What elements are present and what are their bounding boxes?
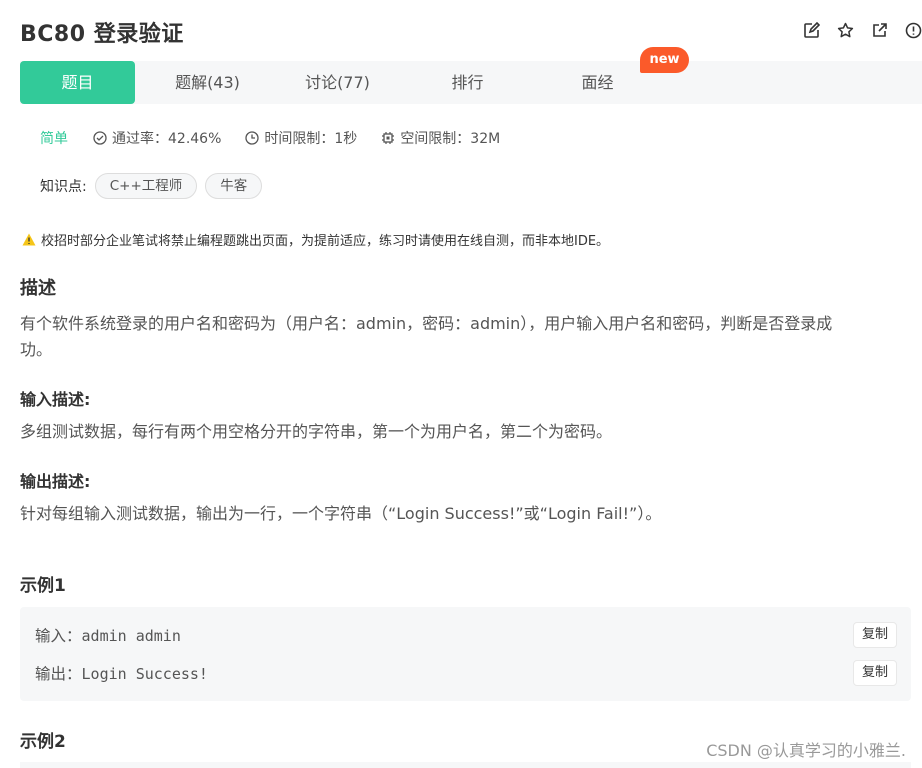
chip-icon <box>382 132 395 144</box>
input-desc-heading: 输入描述: <box>20 390 91 409</box>
copy-input-button[interactable]: 复制 <box>853 622 897 648</box>
example1-output-row: 输出：Login Success! <box>35 662 208 684</box>
header-actions <box>803 21 922 39</box>
new-badge: new <box>640 47 689 73</box>
tab-bar: 题目 题解(43) 讨论(77) 排行 面经 <box>20 61 922 104</box>
example1-heading: 示例1 <box>20 576 66 596</box>
time-limit-text: 时间限制：1秒 <box>264 131 358 147</box>
copy-output-button[interactable]: 复制 <box>853 660 897 686</box>
tab-ranking[interactable]: 排行 <box>420 61 515 104</box>
knowledge-points: 知识点: C++工程师 牛客 <box>40 172 263 200</box>
example1-input-label: 输入： <box>35 627 82 645</box>
star-icon[interactable] <box>837 22 854 39</box>
problem-meta: 简单 通过率：42.46% 时间限制：1秒 空间限制：32M <box>40 126 524 150</box>
edit-icon[interactable] <box>803 21 821 39</box>
tag-chip[interactable]: 牛客 <box>205 173 263 199</box>
problem-header: BC80 登录验证 <box>20 18 922 52</box>
example2-box <box>20 762 911 768</box>
description-text-line2: 功。 <box>20 340 53 359</box>
warning-icon <box>22 233 36 246</box>
pass-rate-text: 通过率：42.46% <box>112 131 222 147</box>
time-limit: 时间限制：1秒 <box>245 128 357 148</box>
description-heading: 描述 <box>20 278 56 299</box>
tab-discussion[interactable]: 讨论(77) <box>290 61 385 104</box>
output-desc-text: 针对每组输入测试数据，输出为一行，一个字符串（“Login Success!”或… <box>20 504 662 523</box>
input-desc-text: 多组测试数据，每行有两个用空格分开的字符串，第一个为用户名，第二个为密码。 <box>20 422 613 441</box>
clock-icon <box>245 131 260 145</box>
tab-interview[interactable]: 面经 <box>550 61 645 104</box>
example1-input-row: 输入：admin admin <box>35 624 181 646</box>
tag-chip[interactable]: C++工程师 <box>94 173 198 199</box>
example1-output-value: Login Success! <box>81 665 208 683</box>
example1-output-label: 输出： <box>35 665 82 683</box>
description-text-line1: 有个软件系统登录的用户名和密码为（用户名：admin，密码：admin），用户输… <box>20 314 833 333</box>
warning-notice: 校招时部分企业笔试将禁止编程题跳出页面，为提前适应，练习时请使用在线自测，而非本… <box>22 230 609 249</box>
output-desc-heading: 输出描述: <box>20 472 91 491</box>
check-circle-icon <box>93 131 107 145</box>
tab-solutions[interactable]: 题解(43) <box>160 61 255 104</box>
info-icon[interactable] <box>905 22 922 39</box>
warning-text: 校招时部分企业笔试将禁止编程题跳出页面，为提前适应，练习时请使用在线自测，而非本… <box>41 234 610 249</box>
space-limit: 空间限制：32M <box>381 128 500 148</box>
watermark: CSDN @认真学习的小雅兰. <box>706 741 906 760</box>
pass-rate: 通过率：42.46% <box>93 128 221 148</box>
difficulty-label: 简单 <box>40 131 68 147</box>
external-link-icon[interactable] <box>871 22 888 39</box>
space-limit-text: 空间限制：32M <box>400 131 501 147</box>
tab-problem[interactable]: 题目 <box>20 61 135 104</box>
example1-box: 输入：admin admin 复制 输出：Login Success! 复制 <box>20 607 911 701</box>
knowledge-label: 知识点: <box>40 179 87 195</box>
example1-input-value: admin admin <box>81 627 181 645</box>
example2-heading: 示例2 <box>20 732 66 752</box>
page-title: BC80 登录验证 <box>20 22 184 47</box>
